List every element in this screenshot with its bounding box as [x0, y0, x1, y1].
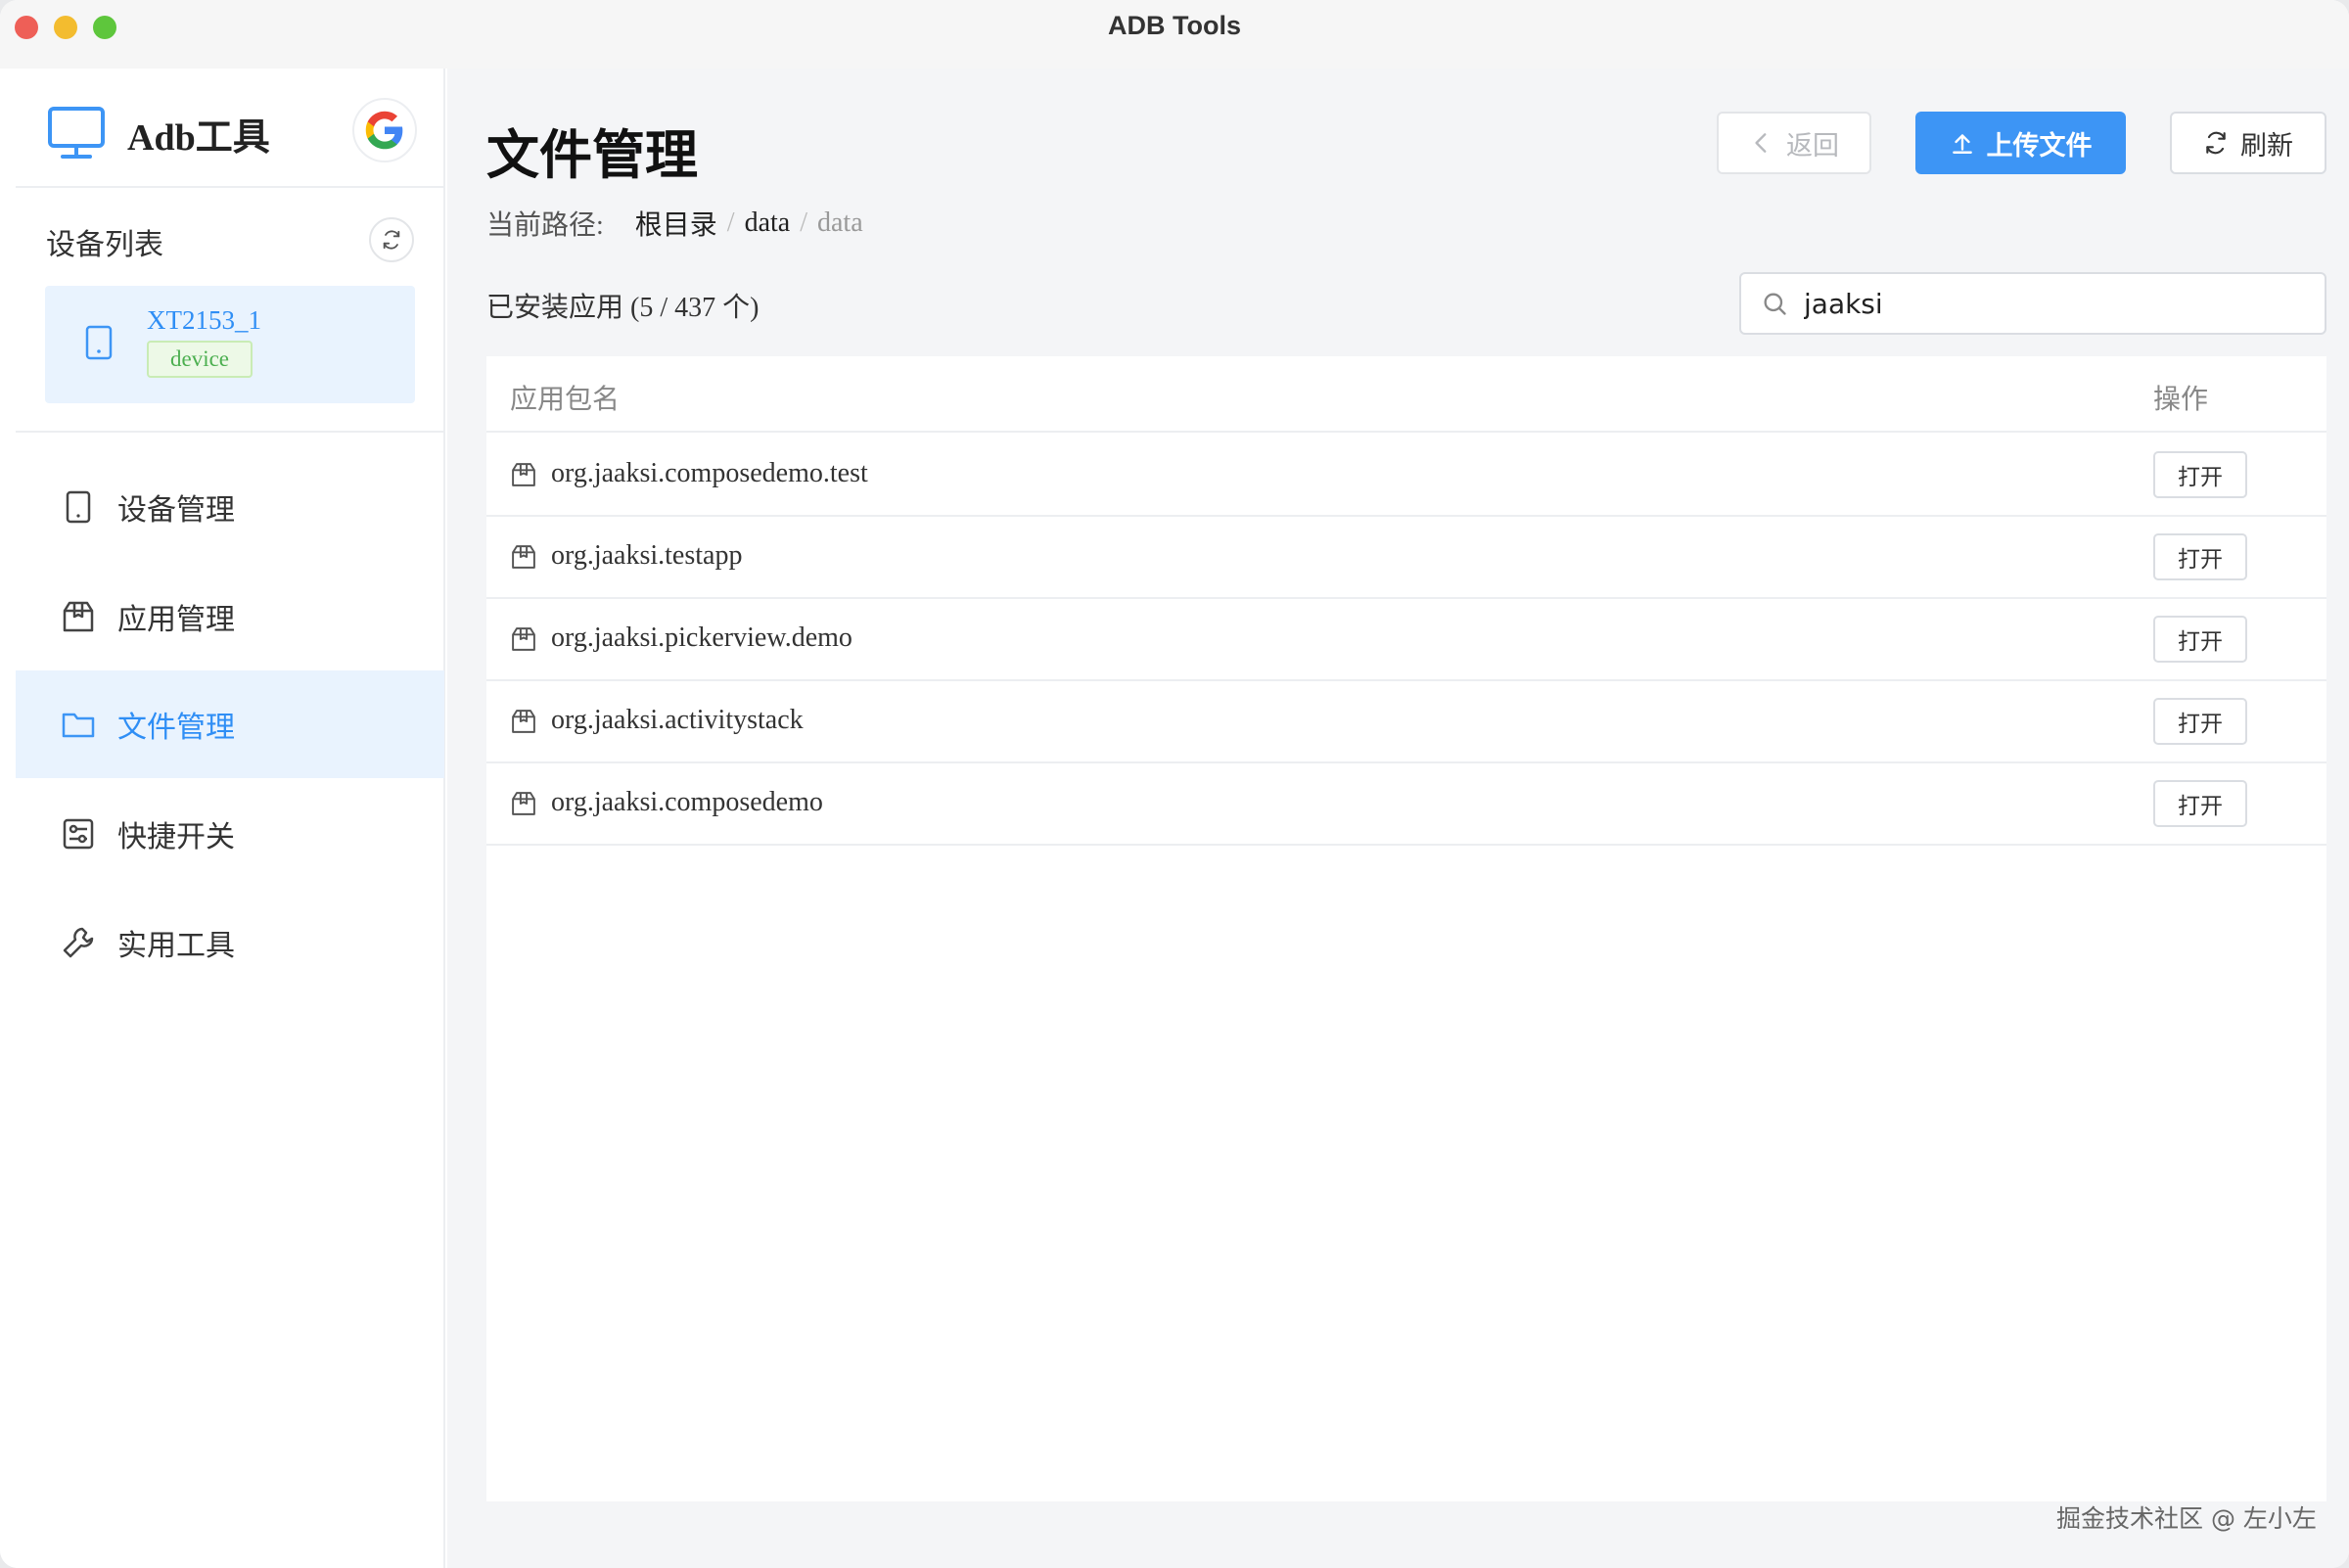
column-header-action: 操作: [2153, 385, 2209, 415]
brand-name: Adb工具: [127, 116, 270, 159]
package-icon: [512, 463, 535, 486]
breadcrumb-separator: /: [726, 208, 735, 238]
nav-label: 设备管理: [117, 494, 235, 527]
nav-item-device-management[interactable]: 设备管理: [16, 453, 444, 561]
device-card[interactable]: XT2153_1 device: [45, 286, 415, 403]
nav-label: 应用管理: [117, 604, 235, 636]
sidebar: Adb工具 设备列表 XT2153_1 device 设备管理 应用管理 文件管…: [0, 69, 445, 1568]
breadcrumb: 当前路径: 根目录 / data / data: [486, 204, 863, 243]
switch-panel-icon: [63, 818, 94, 850]
package-icon: [63, 601, 94, 632]
folder-icon: [62, 713, 95, 738]
page-title: 文件管理: [486, 126, 698, 185]
table-header: 应用包名 操作: [486, 356, 2326, 433]
google-button[interactable]: [352, 98, 417, 162]
refresh-button[interactable]: 刷新: [2170, 112, 2326, 174]
chevron-left-icon: [1755, 133, 1767, 153]
search-icon: [1764, 293, 1786, 315]
divider: [16, 186, 443, 188]
package-name: org.jaaksi.pickerview.demo: [551, 623, 852, 653]
apps-table: 应用包名 操作 org.jaaksi.composedemo.test 打开 o…: [486, 356, 2326, 1501]
package-name: org.jaaksi.activitystack: [551, 705, 804, 735]
title-bar: ADB Tools: [0, 0, 2349, 69]
app-window: ADB Tools Adb工具 设备列表 XT2153_1 device 设备管…: [0, 0, 2349, 1568]
nav-label: 快捷开关: [117, 821, 235, 853]
upload-file-button[interactable]: 上传文件: [1915, 112, 2126, 174]
nav-label: 文件管理: [117, 712, 235, 744]
device-status-tag: device: [147, 341, 253, 378]
main-content: 文件管理 返回 上传文件 刷新 当前路径: 根目录 / data / data …: [447, 69, 2349, 1568]
nav-item-quick-switches[interactable]: 快捷开关: [16, 780, 444, 888]
open-app-button[interactable]: 打开: [2153, 698, 2247, 745]
package-name: org.jaaksi.composedemo.test: [551, 458, 868, 488]
column-header-package: 应用包名: [510, 385, 621, 415]
refresh-devices-button[interactable]: [369, 217, 414, 262]
google-icon: [365, 111, 403, 150]
monitor-icon: [48, 107, 105, 159]
breadcrumb-item-current: data: [817, 208, 863, 238]
package-icon: [512, 710, 535, 733]
window-title: ADB Tools: [1108, 11, 1241, 40]
installed-apps-count: 已安装应用 (5 / 437 个): [486, 293, 760, 323]
device-name: XT2153_1: [147, 305, 261, 335]
back-label: 返回: [1786, 130, 1839, 161]
breadcrumb-item-root[interactable]: 根目录: [635, 204, 717, 243]
nav-item-utilities[interactable]: 实用工具: [16, 889, 444, 996]
table-row: org.jaaksi.composedemo 打开: [486, 763, 2326, 846]
tablet-icon: [85, 325, 113, 360]
table-row: org.jaaksi.pickerview.demo 打开: [486, 599, 2326, 681]
refresh-label: 刷新: [2240, 130, 2293, 161]
nav-label: 实用工具: [117, 930, 235, 962]
open-app-button[interactable]: 打开: [2153, 451, 2247, 498]
watermark: 掘金技术社区 @ 左小左: [2056, 1504, 2317, 1533]
breadcrumb-item[interactable]: data: [745, 208, 791, 239]
table-row: org.jaaksi.composedemo.test 打开: [486, 435, 2326, 517]
device-list-title: 设备列表: [46, 229, 163, 261]
table-row: org.jaaksi.activitystack 打开: [486, 681, 2326, 763]
back-button[interactable]: 返回: [1717, 112, 1871, 174]
brand: Adb工具: [47, 104, 270, 162]
package-icon: [512, 792, 535, 815]
tablet-icon: [66, 490, 91, 524]
wrench-icon: [63, 927, 94, 958]
open-app-button[interactable]: 打开: [2153, 533, 2247, 580]
package-name: org.jaaksi.testapp: [551, 540, 743, 571]
package-name: org.jaaksi.composedemo: [551, 787, 823, 817]
table-row: org.jaaksi.testapp 打开: [486, 517, 2326, 599]
search-box[interactable]: [1739, 272, 2326, 335]
upload-label: 上传文件: [1986, 130, 2093, 161]
open-app-button[interactable]: 打开: [2153, 780, 2247, 827]
breadcrumb-label: 当前路径:: [486, 210, 604, 241]
nav-item-file-management[interactable]: 文件管理: [16, 670, 444, 778]
open-app-button[interactable]: 打开: [2153, 616, 2247, 663]
package-icon: [512, 627, 535, 651]
package-icon: [512, 545, 535, 569]
search-input[interactable]: [1804, 287, 2325, 320]
refresh-icon: [383, 230, 400, 250]
upload-icon: [1952, 134, 1972, 154]
nav-item-app-management[interactable]: 应用管理: [16, 563, 444, 670]
refresh-icon: [2206, 131, 2226, 155]
breadcrumb-separator: /: [800, 208, 807, 238]
divider: [16, 431, 443, 433]
